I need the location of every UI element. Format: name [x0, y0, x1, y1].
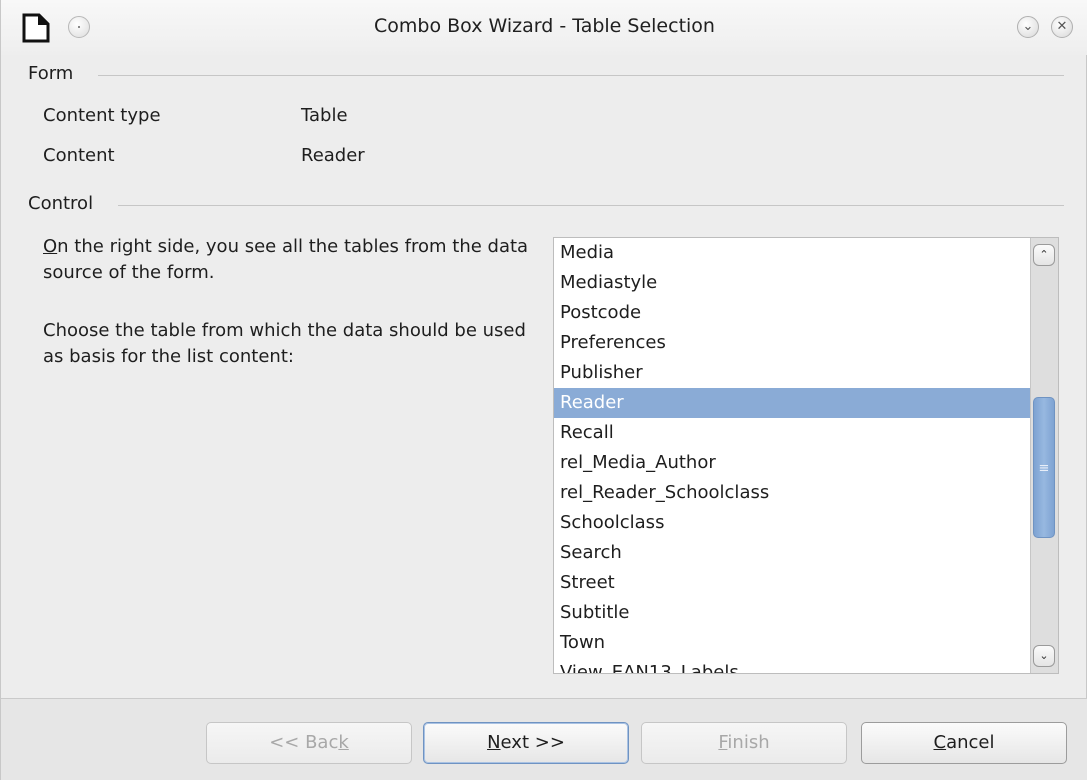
next-button-mnemonic: N — [487, 732, 501, 753]
table-listbox[interactable]: Media Mediastyle Postcode Preferences Publis… — [553, 237, 1059, 674]
cancel-button-mnemonic: C — [933, 732, 947, 753]
list-item[interactable]: Search — [554, 538, 1031, 568]
list-item[interactable]: Preferences — [554, 328, 1031, 358]
chevron-down-icon[interactable]: ⌄ — [1033, 645, 1055, 667]
cancel-button-label: ancel — [946, 732, 995, 753]
list-item[interactable]: rel_Media_Author — [554, 448, 1031, 478]
list-item[interactable]: Recall — [554, 418, 1031, 448]
control-group-divider — [118, 205, 1064, 206]
window-title: Combo Box Wizard - Table Selection — [374, 15, 715, 37]
content-value: Reader — [301, 145, 365, 166]
control-description-1: On the right side, you see all the table… — [43, 234, 543, 286]
form-group-divider — [98, 75, 1064, 76]
table-list-items: Media Mediastyle Postcode Preferences Publis… — [554, 238, 1031, 673]
list-item[interactable]: Reader — [554, 388, 1031, 418]
list-item[interactable]: Schoolclass — [554, 508, 1031, 538]
finish-button-label: inish — [727, 732, 770, 753]
back-button-label: << Bac — [269, 732, 339, 753]
list-item[interactable]: View_EAN13_Labels — [554, 658, 1031, 673]
list-item[interactable]: Street — [554, 568, 1031, 598]
list-item[interactable]: Postcode — [554, 298, 1031, 328]
list-item[interactable]: Subtitle — [554, 598, 1031, 628]
list-item[interactable]: Town — [554, 628, 1031, 658]
listbox-scrollbar[interactable]: ⌃ ≡ ⌄ — [1030, 238, 1058, 673]
control-description-1-text: n the right side, you see all the tables… — [43, 236, 529, 283]
list-item[interactable]: Media — [554, 238, 1031, 268]
title-bar[interactable]: Combo Box Wizard - Table Selection ⌄ ✕ — [1, 0, 1087, 55]
close-button[interactable]: ✕ — [1051, 16, 1073, 38]
scrollbar-thumb[interactable]: ≡ — [1033, 397, 1055, 538]
next-button[interactable]: Next >> — [423, 722, 629, 764]
wizard-window: Combo Box Wizard - Table Selection ⌄ ✕ F… — [0, 0, 1087, 780]
finish-button[interactable]: Finish — [641, 722, 847, 764]
list-item[interactable]: Mediastyle — [554, 268, 1031, 298]
next-button-label: ext >> — [500, 732, 565, 753]
back-button-mnemonic: k — [338, 732, 349, 753]
control-group-title: Control — [28, 193, 94, 214]
list-item[interactable]: rel_Reader_Schoolclass — [554, 478, 1031, 508]
minimize-button[interactable]: ⌄ — [1017, 16, 1039, 38]
cancel-button[interactable]: Cancel — [861, 722, 1067, 764]
content-type-label: Content type — [43, 105, 161, 126]
mnemonic-o: O — [43, 236, 58, 257]
back-button[interactable]: << Back — [206, 722, 412, 764]
content-type-value: Table — [301, 105, 348, 126]
form-group-title: Form — [28, 63, 74, 84]
content-label: Content — [43, 145, 115, 166]
chevron-up-icon[interactable]: ⌃ — [1033, 244, 1055, 266]
control-description-2: Choose the table from which the data sho… — [43, 320, 526, 367]
list-item[interactable]: Publisher — [554, 358, 1031, 388]
